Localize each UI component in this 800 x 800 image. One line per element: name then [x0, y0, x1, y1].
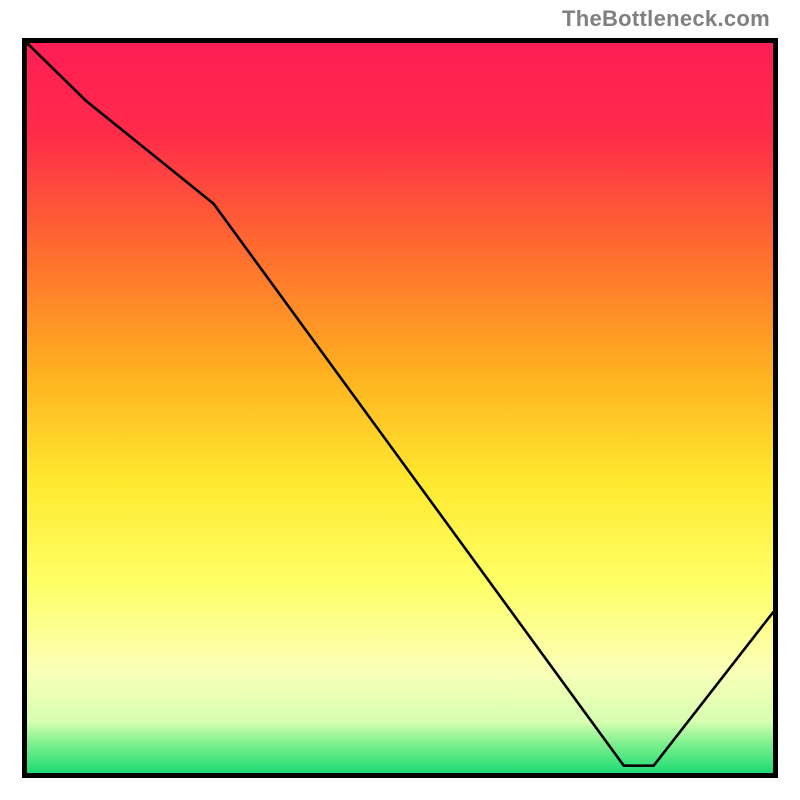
bottleneck-curve	[27, 43, 773, 766]
chart-container: TheBottleneck.com	[0, 0, 800, 800]
plot-area	[22, 38, 778, 778]
data-line-layer	[27, 43, 773, 773]
watermark-text: TheBottleneck.com	[562, 6, 770, 32]
